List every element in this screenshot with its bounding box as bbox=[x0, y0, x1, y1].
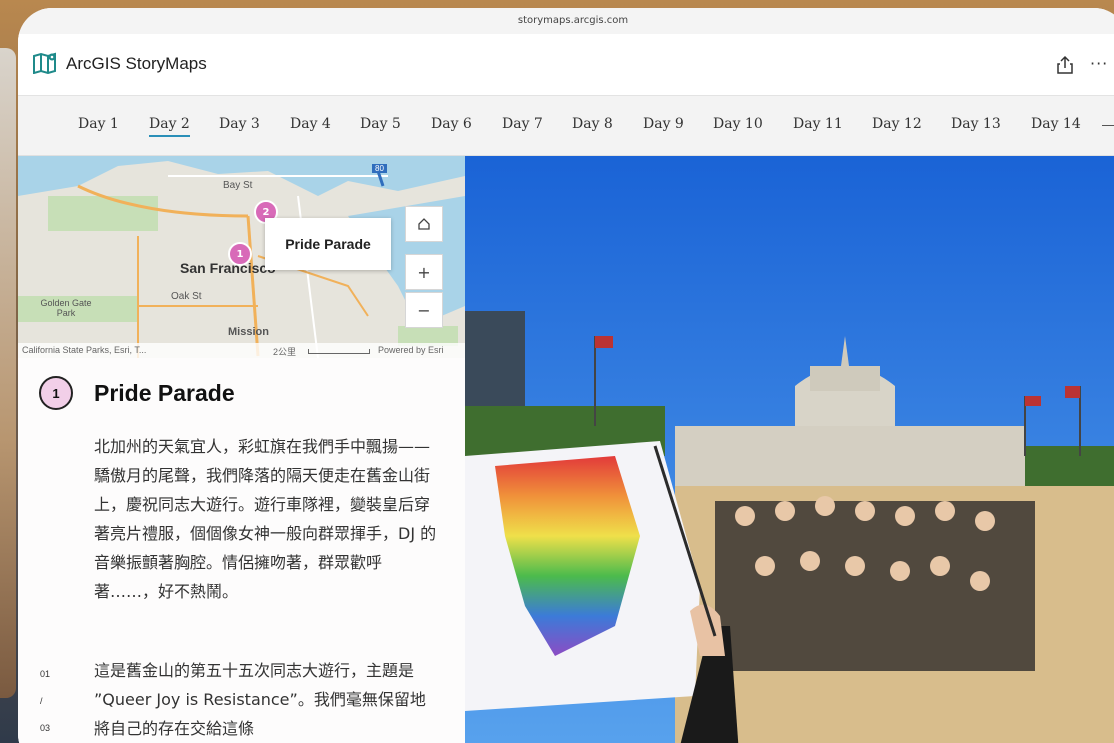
highway-shield: 80 bbox=[372, 164, 387, 173]
scroll-indicator bbox=[1102, 125, 1114, 126]
tab-day-12[interactable]: Day 12 bbox=[872, 116, 922, 132]
attribution-text[interactable]: California State Parks, Esri, T... bbox=[22, 345, 146, 355]
map-attribution: California State Parks, Esri, T... 2公里 P… bbox=[18, 343, 465, 358]
street-label-oak: Oak St bbox=[171, 291, 202, 302]
background-sidebar bbox=[0, 48, 16, 698]
map-popup[interactable]: Pride Parade bbox=[265, 218, 391, 270]
map-book-icon[interactable] bbox=[33, 52, 59, 74]
map-scale-bar bbox=[308, 349, 370, 354]
story-paragraph-2: 這是舊金山的第五十五次同志大遊行，主題是 ”Queer Joy is Resis… bbox=[94, 661, 426, 738]
story-text-panel: 1 Pride Parade 北加州的天氣宜人，彩虹旗在我們手中飄揚——驕傲月的… bbox=[18, 358, 465, 743]
note-separator: / bbox=[40, 696, 43, 706]
powered-by-link[interactable]: Powered by Esri bbox=[378, 345, 444, 355]
tab-day-14[interactable]: Day 14 bbox=[1031, 116, 1081, 132]
map-home-button[interactable] bbox=[405, 206, 443, 242]
app-header: ArcGIS StoryMaps ··· bbox=[18, 34, 1114, 96]
city-label: San Francisco bbox=[180, 260, 276, 276]
map-scale-label: 2公里 bbox=[273, 347, 297, 357]
section-number-badge: 1 bbox=[39, 376, 73, 410]
map-view[interactable]: Bay St San Francisco Oak St Golden Gate … bbox=[18, 156, 465, 358]
tab-day-13[interactable]: Day 13 bbox=[951, 116, 1001, 132]
tab-day-4[interactable]: Day 4 bbox=[290, 116, 331, 132]
tab-day-1[interactable]: Day 1 bbox=[78, 116, 119, 132]
tab-day-5[interactable]: Day 5 bbox=[360, 116, 401, 132]
story-photo[interactable] bbox=[465, 156, 1114, 743]
tab-day-8[interactable]: Day 8 bbox=[572, 116, 613, 132]
tab-day-6[interactable]: Day 6 bbox=[431, 116, 472, 132]
tab-day-2[interactable]: Day 2 bbox=[149, 116, 190, 137]
ipad-screen: storymaps.arcgis.com ArcGIS StoryMaps ··… bbox=[18, 8, 1114, 743]
map-zoom-in-button[interactable]: + bbox=[405, 254, 443, 290]
note-index: 01 bbox=[40, 669, 51, 679]
pride-parade-photo bbox=[465, 156, 1114, 743]
note-total: 03 bbox=[40, 723, 51, 733]
map-marker-1[interactable]: 1 bbox=[228, 242, 252, 266]
tab-day-7[interactable]: Day 7 bbox=[502, 116, 543, 132]
story-paragraph: 北加州的天氣宜人，彩虹旗在我們手中飄揚——驕傲月的尾聲，我們降落的隔天便走在舊金… bbox=[94, 437, 437, 601]
map-zoom-out-button[interactable]: − bbox=[405, 292, 443, 328]
section-title: Pride Parade bbox=[94, 380, 235, 406]
url-bar[interactable]: storymaps.arcgis.com bbox=[18, 8, 1114, 34]
street-label: Bay St bbox=[223, 180, 253, 191]
park-label: Golden Gate Park bbox=[40, 298, 92, 318]
app-title[interactable]: ArcGIS StoryMaps bbox=[66, 54, 207, 74]
tab-day-3[interactable]: Day 3 bbox=[219, 116, 260, 132]
day-navigation: Day 1 Day 2 Day 3 Day 4 Day 5 Day 6 Day … bbox=[18, 96, 1114, 156]
tab-day-9[interactable]: Day 9 bbox=[643, 116, 684, 132]
share-icon[interactable] bbox=[1055, 55, 1075, 75]
district-label: Mission bbox=[228, 326, 269, 338]
tab-day-10[interactable]: Day 10 bbox=[713, 116, 763, 132]
tab-day-11[interactable]: Day 11 bbox=[793, 116, 843, 132]
home-icon bbox=[418, 218, 430, 230]
more-options-icon[interactable]: ··· bbox=[1090, 56, 1108, 72]
